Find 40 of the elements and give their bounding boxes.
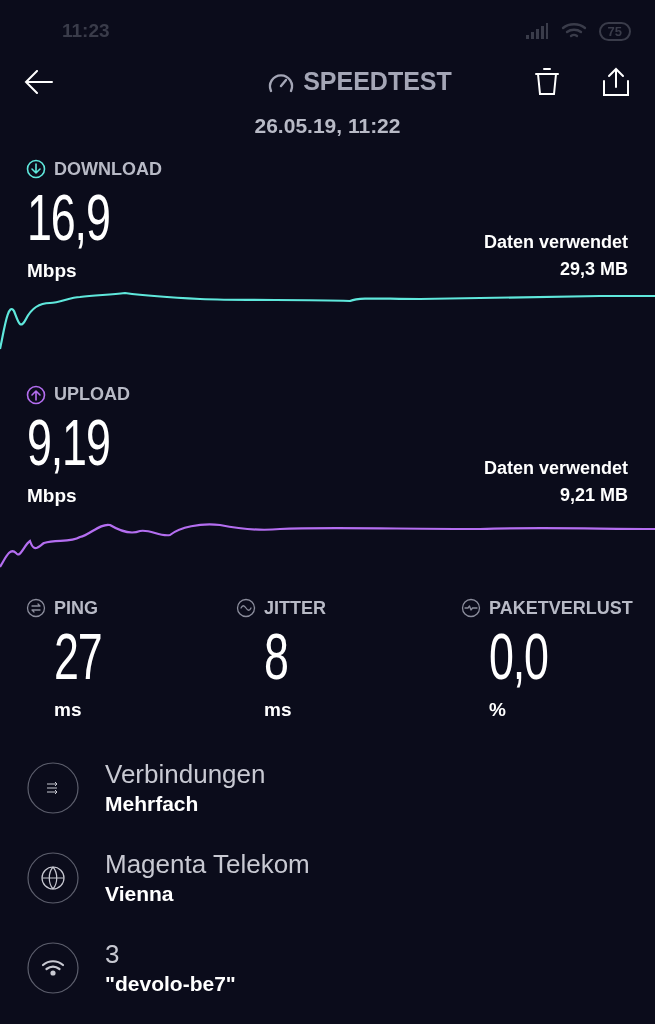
stat-value: 27 xyxy=(54,621,103,692)
stat-unit: ms xyxy=(54,697,83,722)
stat-value: 8 xyxy=(264,621,289,692)
info-value: "devolo-be7" xyxy=(105,971,236,997)
wifi-icon xyxy=(27,942,79,994)
info-title: Magenta Telekom xyxy=(105,848,310,880)
speed-unit: Mbps xyxy=(27,258,78,283)
connections-icon xyxy=(27,762,79,814)
speed-value: 9,19 xyxy=(27,408,110,478)
test-label: UPLOAD xyxy=(54,383,130,406)
info-value: Vienna xyxy=(105,881,175,907)
data-used-label: Daten verwendet xyxy=(483,456,628,480)
back-arrow-icon xyxy=(24,70,54,94)
test-date: 26.05.19, 11:22 xyxy=(254,113,401,139)
data-used-value: 29,3 MB xyxy=(559,258,628,281)
delete-button[interactable] xyxy=(533,66,561,98)
speed-unit: Mbps xyxy=(27,484,78,508)
signal-icon xyxy=(524,23,549,39)
test-label: DOWNLOAD xyxy=(54,157,162,181)
share-icon xyxy=(602,67,630,97)
wifi-icon xyxy=(560,22,587,40)
speed-value: 16,9 xyxy=(27,182,110,253)
trash-icon xyxy=(535,67,559,97)
stat-value: 0,0 xyxy=(489,621,549,692)
info-title: 3 xyxy=(105,938,121,970)
info-title: Verbindungen xyxy=(105,758,266,790)
stat-unit: % xyxy=(489,697,507,722)
wave-icon xyxy=(236,598,256,618)
data-used-label: Daten verwendet xyxy=(483,231,628,254)
app-title: SPEEDTEST xyxy=(303,66,452,98)
info-value: Mehrfach xyxy=(105,791,200,817)
stat-label: PING xyxy=(54,596,98,620)
share-button[interactable] xyxy=(601,66,631,98)
stat-label: JITTER xyxy=(264,596,326,620)
globe-icon xyxy=(27,852,79,904)
transfer-arrows-icon xyxy=(26,598,46,618)
pulse-icon xyxy=(461,598,481,618)
data-used-value: 9,21 MB xyxy=(559,483,628,507)
stat-label: PAKETVERLUST xyxy=(489,596,633,620)
stat-unit: ms xyxy=(264,697,293,722)
